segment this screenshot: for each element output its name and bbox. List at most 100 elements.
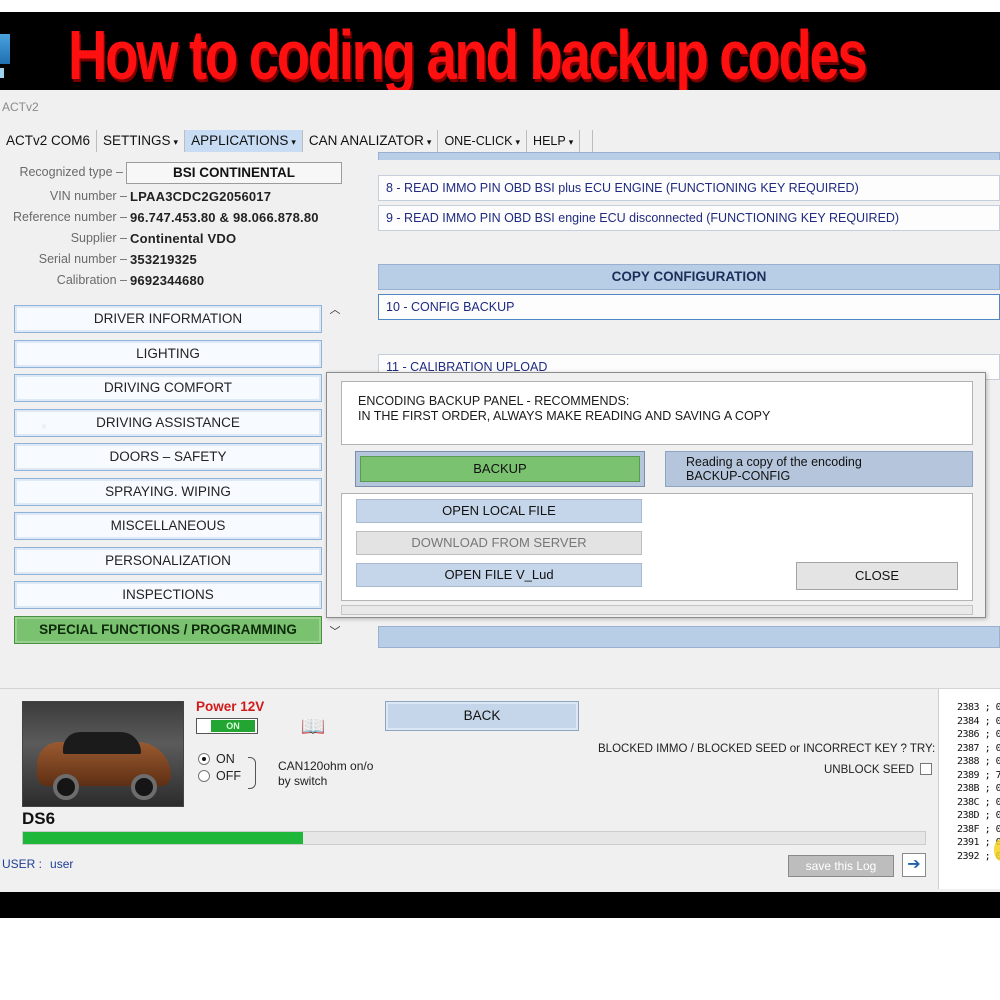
backup-description-line1: Reading a copy of the encoding — [686, 455, 862, 469]
log-line: 2387 ; 02 — [957, 742, 1000, 754]
unblock-seed-checkbox[interactable] — [920, 763, 933, 775]
dialog-progress-bar — [341, 605, 973, 615]
radio-on-label: ON — [216, 752, 235, 766]
power-toggle-knob: ON — [211, 720, 255, 732]
open-file-vlud-button[interactable]: OPEN FILE V_Lud — [356, 563, 642, 587]
menu-item-label: ACTv2 COM6 — [6, 133, 91, 148]
menu-item-label: CAN ANALIZATOR — [308, 133, 424, 148]
backup-description-line2: BACKUP-CONFIG — [686, 469, 791, 483]
log-line: 2386 ; 00 — [957, 729, 1000, 740]
status-panel: DS6 Power 12V ON 📖 ON OFF CAN120ohm on/o… — [0, 688, 1000, 889]
menu-item-label: ONE-CLICK — [444, 134, 513, 148]
download-from-server-button[interactable]: DOWNLOAD FROM SERVER — [356, 531, 642, 555]
info-value: LPAA3CDC2G2056017 — [130, 189, 272, 204]
log-line: 2384 ; 00 — [957, 715, 1000, 727]
close-button[interactable]: CLOSE — [796, 562, 958, 590]
arrow-right-icon[interactable]: ➔ — [902, 853, 926, 877]
category-special-functions-programming[interactable]: SPECIAL FUNCTIONS / PROGRAMMING — [14, 615, 322, 644]
menu-item-help[interactable]: HELP ▾ — [527, 130, 581, 152]
radio-off[interactable] — [198, 770, 210, 782]
chevron-up-icon[interactable]: ︿ — [326, 302, 344, 318]
info-value: 353219325 — [130, 252, 197, 267]
log-line: 238D ; 00 — [957, 810, 1000, 821]
category-driving-assistance[interactable]: DRIVING ASSISTANCE — [14, 408, 322, 437]
function-read-immo-pin-8[interactable]: 8 - READ IMMO PIN OBD BSI plus ECU ENGIN… — [378, 175, 1000, 201]
function-config-backup[interactable]: 10 - CONFIG BACKUP — [378, 294, 1000, 320]
radio-off-label: OFF — [216, 769, 241, 783]
info-label: Serial number – — [38, 252, 127, 266]
info-label: Supplier – — [70, 231, 127, 245]
power-toggle[interactable]: ON — [196, 718, 258, 734]
category-spraying-wiping[interactable]: SPRAYING. WIPING — [14, 477, 322, 506]
section-strip-bottom — [378, 626, 1000, 648]
back-button[interactable]: BACK — [385, 701, 579, 731]
category-doors-safety[interactable]: DOORS – SAFETY — [14, 443, 322, 471]
dialog-message-line1: ENCODING BACKUP PANEL - RECOMMENDS: — [358, 394, 630, 408]
radio-on-row[interactable]: ON — [198, 751, 235, 767]
unblock-seed-label: UNBLOCK SEED — [824, 764, 915, 776]
category-miscellaneous[interactable]: MISCELLANEOUS — [14, 512, 322, 540]
info-row-calibration: Calibration –9692344680 — [0, 270, 345, 291]
video-banner: How to coding and backup codes — [0, 12, 1000, 90]
car-wheel-shape — [131, 774, 157, 800]
copy-configuration-header: COPY CONFIGURATION — [378, 264, 1000, 290]
menu-item-actv2-com6[interactable]: ACTv2 COM6 — [0, 130, 98, 152]
chevron-down-icon: ▾ — [568, 137, 574, 147]
chevron-down-icon: ▾ — [291, 137, 296, 147]
radio-on[interactable] — [198, 753, 210, 765]
backup-description: Reading a copy of the encoding BACKUP-CO… — [665, 451, 973, 487]
function-read-immo-pin-9[interactable]: 9 - READ IMMO PIN OBD BSI engine ECU dis… — [378, 205, 1000, 231]
log-panel[interactable]: 2383 ; 00 2384 ; 00 2386 ; 00 2387 ; 02 2388… — [938, 689, 1000, 889]
log-line: 2388 ; 00 — [957, 756, 1000, 767]
car-photo — [22, 701, 184, 807]
info-label: VIN number – — [49, 189, 127, 203]
car-model: DS6 — [22, 809, 56, 828]
category-personalization[interactable]: PERSONALIZATION — [14, 546, 322, 575]
save-log-button[interactable]: save this Log — [788, 855, 894, 877]
app-logo-icon — [0, 34, 10, 78]
banner-title: How to coding and backup codes — [68, 16, 868, 90]
log-line: 2383 ; 00 — [957, 702, 1000, 713]
menu-item-applications[interactable]: APPLICATIONS ▾ — [185, 130, 303, 152]
menu-item-label: SETTINGS — [103, 133, 171, 148]
recognized-type-label: Recognized type – — [19, 165, 123, 179]
menu-item-label: APPLICATIONS — [191, 133, 289, 148]
window-title: ACTv2 — [2, 100, 39, 114]
category-lighting[interactable]: LIGHTING — [14, 339, 322, 368]
main-progress-fill — [23, 832, 303, 844]
log-line: 238F ; 00 — [957, 823, 1000, 835]
info-label: Reference number – — [13, 210, 127, 224]
backup-button[interactable]: BACKUP — [355, 451, 645, 487]
dialog-message-line2: IN THE FIRST ORDER, ALWAYS MAKE READING … — [358, 409, 771, 423]
menu-separator — [580, 130, 594, 152]
chevron-down-icon: ▾ — [515, 137, 521, 147]
backup-button-label: BACKUP — [360, 456, 640, 482]
encoding-backup-dialog: ENCODING BACKUP PANEL - RECOMMENDS: IN T… — [326, 372, 986, 618]
bottom-bar — [0, 892, 1000, 918]
open-local-file-button[interactable]: OPEN LOCAL FILE — [356, 499, 642, 523]
category-inspections[interactable]: INSPECTIONS — [14, 581, 322, 609]
book-icon[interactable]: 📖 — [298, 715, 328, 739]
recognized-type-row: Recognized type – BSI CONTINENTAL — [0, 162, 345, 184]
info-label: Calibration – — [56, 273, 127, 287]
main-progress-bar — [22, 831, 926, 845]
info-row-vin-number: VIN number – LPAA3CDC2G2056017 — [0, 186, 345, 207]
info-value: Continental VDO — [130, 231, 237, 246]
category-driver-information[interactable]: DRIVER INFORMATION — [14, 305, 322, 333]
menu-item-settings[interactable]: SETTINGS ▾ — [97, 130, 186, 152]
chevron-down-icon: ▾ — [426, 137, 432, 147]
category-driving-comfort[interactable]: DRIVING COMFORT — [14, 374, 322, 402]
chevron-down-icon[interactable]: ﹀ — [326, 624, 344, 640]
menu-item-can-analizator[interactable]: CAN ANALIZATOR ▾ — [303, 130, 439, 152]
info-row-serial-number: Serial number –353219325 — [0, 249, 345, 270]
blocked-immo-text: BLOCKED IMMO / BLOCKED SEED or INCORRECT… — [598, 743, 936, 755]
log-line: 238B ; 01 — [957, 783, 1000, 794]
section-strip — [378, 152, 1000, 160]
vehicle-info-panel: Recognized type – BSI CONTINENTAL VIN nu… — [0, 162, 345, 297]
log-line: 238C ; 00 — [957, 796, 1000, 808]
radio-off-row[interactable]: OFF — [198, 768, 241, 784]
menu-item-one-click[interactable]: ONE-CLICK ▾ — [438, 130, 528, 152]
can-termination-text: CAN120ohm on/o by switch — [278, 759, 374, 788]
unblock-seed-row[interactable]: UNBLOCK SEED — [824, 763, 933, 776]
car-glass-shape — [63, 732, 141, 754]
